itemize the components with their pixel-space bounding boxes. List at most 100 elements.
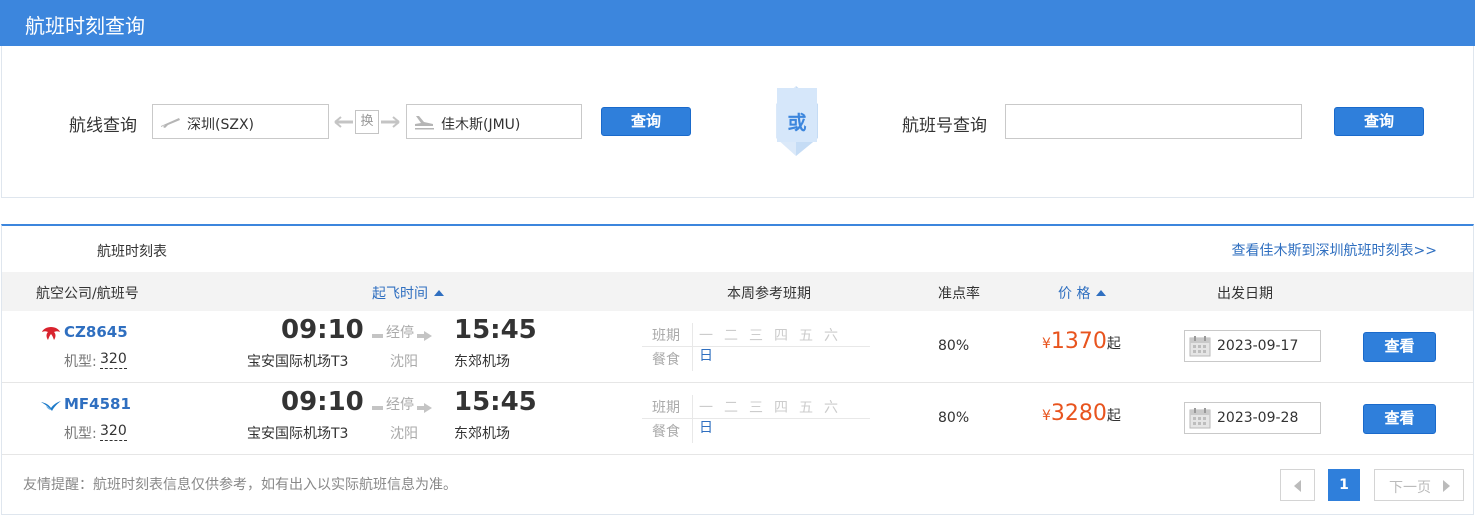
calendar-icon	[1189, 336, 1211, 357]
col-price-sort[interactable]: 价 格	[1058, 283, 1107, 303]
price-value: 1370	[1050, 329, 1107, 354]
departure-date-picker[interactable]: 2023-09-17	[1184, 330, 1321, 362]
week-schedule: 班期 餐食 一二三四五六日	[642, 323, 870, 371]
sort-up-icon	[434, 290, 444, 296]
table-row: MF4581 机型: 320 09:10 宝安国际机场T3 经停 沈阳 15:4…	[2, 383, 1473, 455]
swap-label: 换	[355, 110, 379, 134]
schedule-title: 航班时刻表	[97, 244, 167, 260]
departure-date-picker[interactable]: 2023-09-28	[1184, 402, 1321, 434]
pager-prev-button[interactable]	[1280, 469, 1315, 501]
stopover-label: 经停	[386, 325, 414, 341]
col-date: 出发日期	[1217, 286, 1273, 302]
flight-number[interactable]: CZ8645	[64, 323, 128, 341]
china-southern-logo-icon	[42, 327, 60, 340]
weekday: 三	[749, 328, 763, 344]
price: ¥1370起	[1042, 329, 1121, 354]
route-query-label: 航线查询	[69, 116, 137, 136]
weekday: 一	[699, 328, 713, 344]
pager-next-button[interactable]: 下一页	[1374, 469, 1464, 501]
table-header: 航空公司/航班号 起飞时间 本周参考班期 准点率 价 格 出发日期	[2, 272, 1473, 311]
weekday: 六	[824, 328, 838, 344]
flight-no-query-label: 航班号查询	[902, 116, 987, 136]
col-ontime: 准点率	[938, 286, 980, 302]
col-depart-time-sort[interactable]: 起飞时间	[372, 283, 444, 303]
weekday: 四	[774, 400, 788, 416]
price-value: 3280	[1050, 401, 1107, 426]
takeoff-plane-icon	[161, 118, 180, 128]
weekday: 二	[724, 328, 738, 344]
week-schedule-separator	[692, 323, 693, 371]
view-flight-button[interactable]: 查看	[1363, 404, 1436, 434]
arrival-time: 15:45	[454, 315, 537, 345]
weekday-active: 日	[699, 348, 713, 364]
weekday: 一	[699, 400, 713, 416]
swap-cities-button[interactable]: 换	[333, 107, 401, 137]
chevron-left-icon	[1294, 480, 1301, 492]
chevron-right-icon	[1443, 480, 1450, 492]
aircraft-type-value[interactable]: 320	[100, 351, 127, 369]
ontime-rate: 80%	[938, 410, 970, 426]
col-price-label: 价 格	[1058, 286, 1091, 302]
stopover-label: 经停	[386, 397, 414, 413]
xiamen-airlines-logo-icon	[41, 401, 61, 411]
weekday-list: 一二三四五六日	[699, 397, 870, 437]
arrival-time: 15:45	[454, 387, 537, 417]
sort-up-icon	[1096, 290, 1107, 296]
week-schedule-separator	[692, 395, 693, 443]
weekday-list: 一二三四五六日	[699, 325, 870, 365]
departure-time: 09:10	[281, 387, 364, 417]
route-query-button[interactable]: 查询	[601, 107, 691, 136]
flight-no-input[interactable]	[1005, 104, 1302, 139]
page-title: 航班时刻查询	[25, 14, 145, 38]
arrival-airport: 东郊机场	[454, 354, 510, 370]
arrival-airport: 东郊机场	[454, 426, 510, 442]
weekday: 六	[824, 400, 838, 416]
from-city-input[interactable]: 深圳(SZX)	[152, 104, 329, 139]
schedule-panel: 航班时刻表 查看佳木斯到深圳航班时刻表>> 航空公司/航班号 起飞时间 本周参考…	[1, 224, 1474, 515]
to-city-value: 佳木斯(JMU)	[441, 117, 521, 133]
price-suffix: 起	[1106, 408, 1121, 424]
meal-label: 餐食	[652, 352, 680, 368]
landing-plane-icon	[415, 116, 434, 130]
schedule-label: 班期	[652, 328, 680, 344]
weekday: 五	[799, 328, 813, 344]
departure-date-value: 2023-09-28	[1217, 410, 1299, 426]
stopover-city: 沈阳	[390, 354, 418, 370]
departure-airport: 宝安国际机场T3	[247, 426, 349, 442]
aircraft-type-label: 机型:	[64, 426, 97, 442]
ontime-rate: 80%	[938, 338, 970, 354]
meal-label: 餐食	[652, 424, 680, 440]
weekday: 三	[749, 400, 763, 416]
from-city-value: 深圳(SZX)	[187, 117, 254, 133]
price: ¥3280起	[1042, 401, 1121, 426]
weekday-active: 日	[699, 420, 713, 436]
flight-no-query-button[interactable]: 查询	[1334, 107, 1424, 136]
col-airline: 航空公司/航班号	[36, 286, 139, 302]
col-depart-time-label: 起飞时间	[372, 286, 428, 302]
price-currency: ¥	[1042, 408, 1051, 424]
week-schedule: 班期 餐食 一二三四五六日	[642, 395, 870, 443]
col-week: 本周参考班期	[727, 286, 811, 302]
table-row: CZ8645 机型: 320 09:10 宝安国际机场T3 经停 沈阳 15:4…	[2, 311, 1473, 383]
weekday: 五	[799, 400, 813, 416]
page-header: 航班时刻查询	[0, 0, 1475, 46]
or-label: 或	[787, 112, 807, 134]
calendar-icon	[1189, 408, 1211, 429]
price-suffix: 起	[1106, 336, 1121, 352]
departure-time: 09:10	[281, 315, 364, 345]
price-currency: ¥	[1042, 336, 1051, 352]
view-flight-button[interactable]: 查看	[1363, 332, 1436, 362]
pager-current-page[interactable]: 1	[1328, 469, 1360, 501]
aircraft-type-label: 机型:	[64, 354, 97, 370]
notice-text: 友情提醒：航班时刻表信息仅供参考，如有出入以实际航班信息为准。	[23, 477, 457, 493]
to-city-input[interactable]: 佳木斯(JMU)	[406, 104, 582, 139]
flight-number[interactable]: MF4581	[64, 395, 131, 413]
aircraft-type-value[interactable]: 320	[100, 423, 127, 441]
pager-next-label: 下一页	[1389, 480, 1431, 496]
departure-airport: 宝安国际机场T3	[247, 354, 349, 370]
or-divider: 或	[776, 68, 818, 174]
weekday: 二	[724, 400, 738, 416]
stopover-city: 沈阳	[390, 426, 418, 442]
weekday: 四	[774, 328, 788, 344]
reverse-schedule-link[interactable]: 查看佳木斯到深圳航班时刻表>>	[1232, 240, 1437, 260]
